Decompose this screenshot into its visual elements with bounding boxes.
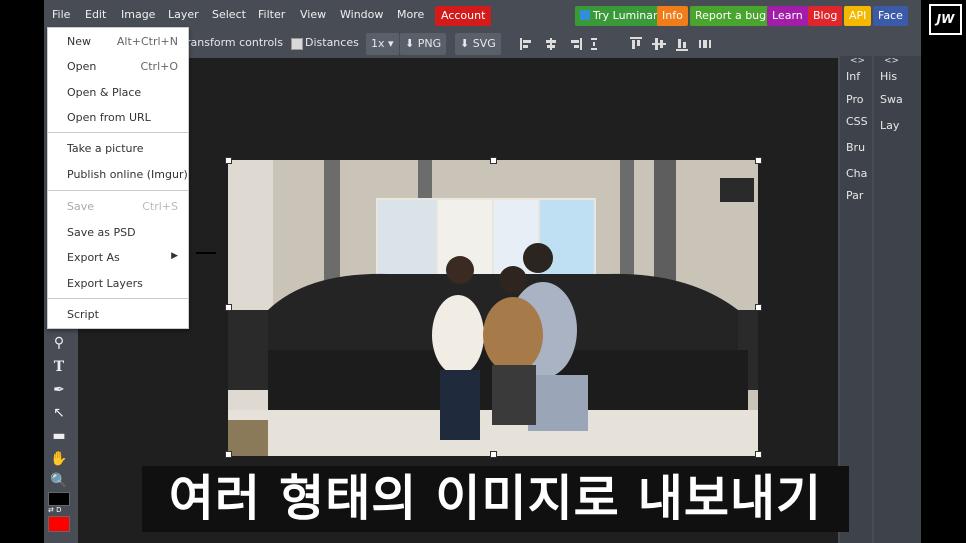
magnifier-icon[interactable]: 🔍 xyxy=(50,472,68,490)
menu-separator xyxy=(48,190,188,191)
align-right-icon[interactable] xyxy=(571,38,582,50)
panel-tab-brush[interactable]: Bru xyxy=(846,141,865,154)
panel-tab-css[interactable]: CSS xyxy=(846,115,868,128)
panel-tab-properties[interactable]: Pro xyxy=(846,93,863,106)
learn-button[interactable]: Learn xyxy=(767,6,808,26)
align-left-icon[interactable] xyxy=(520,38,531,50)
shortcut-open: Ctrl+O xyxy=(140,60,178,73)
api-button[interactable]: API xyxy=(844,6,872,26)
export-png-button[interactable]: ⬇ PNG xyxy=(400,33,447,55)
face-button[interactable]: Face xyxy=(873,6,908,26)
menu-item-new[interactable]: New xyxy=(67,35,91,48)
zoom-select[interactable]: 1x ▾ xyxy=(366,33,399,55)
foreground-color-swatch[interactable] xyxy=(48,492,70,506)
menu-more[interactable]: More xyxy=(397,8,424,21)
transform-handle-top-left[interactable] xyxy=(225,157,232,164)
menu-item-script[interactable]: Script xyxy=(67,308,99,321)
panel-tab-layers[interactable]: Lay xyxy=(880,119,899,132)
menu-separator xyxy=(48,298,188,299)
zoom-value: 1x xyxy=(371,37,385,50)
panel-tab-swatches[interactable]: Swa xyxy=(880,93,903,106)
menu-filter[interactable]: Filter xyxy=(258,8,285,21)
menu-item-open[interactable]: Open xyxy=(67,60,96,73)
menu-item-open-url[interactable]: Open from URL xyxy=(67,111,151,124)
transform-handle-bottom[interactable] xyxy=(490,451,497,458)
account-button[interactable]: Account xyxy=(435,6,492,26)
menu-item-open-place[interactable]: Open & Place xyxy=(67,86,141,99)
try-luminar-label: Try Luminar xyxy=(593,9,658,22)
menu-item-save[interactable]: Save xyxy=(67,200,94,213)
transform-handle-top[interactable] xyxy=(490,157,497,164)
zoom-tool-icon[interactable]: ⚲ xyxy=(50,334,68,352)
shortcut-save: Ctrl+S xyxy=(142,200,178,213)
report-bug-button[interactable]: Report a bug xyxy=(690,6,772,26)
menu-image[interactable]: Image xyxy=(121,8,155,21)
svg-label: SVG xyxy=(472,37,496,50)
canvas-image[interactable] xyxy=(228,160,758,456)
download-icon: ⬇ xyxy=(405,37,415,50)
hand-tool-icon[interactable]: ✋ xyxy=(50,450,68,468)
menu-view[interactable]: View xyxy=(300,8,326,21)
rectangle-tool-icon[interactable]: ▬ xyxy=(50,427,68,445)
distribute-horizontal-icon[interactable] xyxy=(699,40,711,48)
export-svg-button[interactable]: ⬇ SVG xyxy=(455,33,501,55)
subtitle-text: 여러 형태의 이미지로 내보내기 xyxy=(168,470,823,527)
color-swap-label[interactable]: ⇄ D xyxy=(48,506,61,514)
subtitle-caption: 여러 형태의 이미지로 내보내기 xyxy=(142,466,849,532)
menu-item-save-psd[interactable]: Save as PSD xyxy=(67,226,136,239)
channel-logo: JW xyxy=(929,4,962,35)
file-menu-dropdown: New Alt+Ctrl+N Open Ctrl+O Open & Place … xyxy=(47,27,189,329)
submenu-arrow-icon: ▶ xyxy=(171,251,178,261)
ruler-mark xyxy=(196,252,216,254)
align-bottom-icon[interactable] xyxy=(676,39,688,51)
align-buttons xyxy=(520,38,597,50)
menu-separator xyxy=(48,132,188,133)
background-color-swatch[interactable] xyxy=(48,516,70,532)
transform-controls-label: ransform controls xyxy=(186,36,283,49)
menu-layer[interactable]: Layer xyxy=(168,8,199,21)
transform-handle-right[interactable] xyxy=(755,304,762,311)
shortcut-new: Alt+Ctrl+N xyxy=(116,35,178,48)
panel-tab-paragraph[interactable]: Par xyxy=(846,189,863,202)
panel-arrows-icon[interactable]: <> xyxy=(850,56,865,66)
try-luminar-button[interactable]: Try Luminar xyxy=(575,6,663,26)
distances-checkbox[interactable] xyxy=(291,38,303,50)
download-icon: ⬇ xyxy=(460,37,470,50)
family-photo xyxy=(228,160,758,456)
align-vertical-buttons xyxy=(630,37,711,51)
menu-edit[interactable]: Edit xyxy=(85,8,106,21)
transform-handle-left[interactable] xyxy=(225,304,232,311)
info-button[interactable]: Info xyxy=(657,6,688,26)
path-select-tool-icon[interactable]: ↖ xyxy=(50,404,68,422)
blog-button[interactable]: Blog xyxy=(808,6,843,26)
right-panel-collapsed-2: <> His Swa Lay xyxy=(874,56,921,543)
transform-handle-bottom-left[interactable] xyxy=(225,451,232,458)
panel-tab-info[interactable]: Inf xyxy=(846,70,860,83)
png-label: PNG xyxy=(417,37,442,50)
chevron-down-icon: ▾ xyxy=(388,37,394,50)
text-tool-icon[interactable]: T xyxy=(50,358,68,376)
menu-item-publish-online[interactable]: Publish online (Imgur) xyxy=(67,168,188,181)
menu-item-take-picture[interactable]: Take a picture xyxy=(67,142,144,155)
pen-tool-icon[interactable]: ✒ xyxy=(50,381,68,399)
menu-file[interactable]: File xyxy=(52,8,70,21)
align-center-icon[interactable] xyxy=(546,38,556,50)
luminar-icon xyxy=(580,10,590,20)
distances-label: Distances xyxy=(305,36,359,49)
menu-window[interactable]: Window xyxy=(340,8,383,21)
transform-handle-bottom-right[interactable] xyxy=(755,451,762,458)
panel-tab-character[interactable]: Cha xyxy=(846,167,867,180)
align-top-icon[interactable] xyxy=(630,37,642,49)
menu-select[interactable]: Select xyxy=(212,8,246,21)
transform-handle-top-right[interactable] xyxy=(755,157,762,164)
panel-arrows-icon[interactable]: <> xyxy=(884,56,899,66)
menu-item-export-layers[interactable]: Export Layers xyxy=(67,277,143,290)
panel-tab-history[interactable]: His xyxy=(880,70,897,83)
menu-item-export-as[interactable]: Export As xyxy=(67,251,120,264)
align-middle-icon[interactable] xyxy=(652,38,666,50)
distribute-icon[interactable] xyxy=(591,38,597,50)
